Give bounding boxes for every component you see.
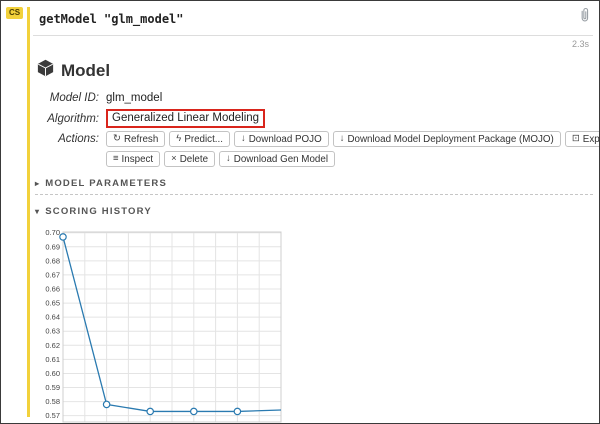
model-id-value: glm_model (106, 92, 163, 104)
svg-text:0.60: 0.60 (45, 369, 60, 378)
model-id-label: Model ID: (49, 92, 99, 104)
predict-button[interactable]: ϟ Predict... (169, 131, 230, 147)
export-icon: ⊡ (571, 133, 580, 145)
section-model-parameters[interactable]: ▸ MODEL PARAMETERS (35, 172, 593, 195)
cube-icon (37, 59, 54, 82)
svg-text:0.69: 0.69 (45, 242, 60, 251)
actions-row: Actions: ↻ Refresh ϟ Predict... ↓ Downlo… (35, 131, 599, 167)
download-pojo-button[interactable]: ↓ Download POJO (233, 131, 329, 147)
inspect-icon: ≡ (113, 153, 119, 165)
cell-code[interactable]: getModel "glm_model" (39, 12, 184, 26)
cell-output: Model Model ID: glm_model Algorithm: Gen… (33, 49, 599, 423)
execution-time: 2.3s (571, 39, 589, 49)
algorithm-value-highlighted: Generalized Linear Modeling (106, 109, 266, 128)
svg-text:0.63: 0.63 (45, 327, 60, 336)
paperclip-icon[interactable] (578, 7, 591, 28)
model-id-row: Model ID: glm_model (35, 90, 593, 106)
section-scoring-history[interactable]: ▾ SCORING HISTORY (35, 200, 593, 222)
svg-text:0.64: 0.64 (45, 313, 60, 322)
inspect-button[interactable]: ≡ Inspect (106, 151, 161, 167)
selected-cell-indicator (27, 7, 30, 417)
section-label: MODEL PARAMETERS (45, 178, 167, 189)
download-icon: ↓ (226, 153, 231, 165)
section-label: SCORING HISTORY (45, 206, 152, 217)
svg-text:0.61: 0.61 (45, 355, 60, 364)
refresh-icon: ↻ (113, 133, 121, 145)
download-icon: ↓ (339, 133, 345, 145)
delete-icon: × (171, 153, 177, 165)
caret-right-icon: ▸ (35, 179, 41, 188)
svg-text:0.68: 0.68 (45, 256, 60, 265)
delete-button[interactable]: × Delete (164, 151, 216, 167)
cell-input[interactable]: getModel "glm_model" (33, 7, 593, 36)
export-button[interactable]: ⊡ Export (564, 131, 600, 147)
button-label: Download POJO (248, 133, 322, 145)
actions-label: Actions: (58, 133, 99, 145)
model-header: Model (37, 59, 593, 82)
button-label: Download Gen Model (233, 153, 328, 165)
download-mojo-button[interactable]: ↓ Download Model Deployment Package (MOJ… (332, 131, 561, 147)
line-chart-svg: 0.57 0.58 0.59 0.60 0.61 0.62 0.63 0.64 0.65 0.66… (45, 228, 282, 423)
download-icon: ↓ (240, 133, 246, 145)
svg-text:0.70: 0.70 (45, 228, 60, 237)
svg-text:0.65: 0.65 (45, 299, 60, 308)
svg-text:0.67: 0.67 (45, 270, 60, 279)
svg-text:0.62: 0.62 (45, 341, 60, 350)
bolt-icon: ϟ (176, 133, 182, 145)
scoring-history-chart: 0.57 0.58 0.59 0.60 0.61 0.62 0.63 0.64 0.65 0.66… (35, 224, 593, 423)
button-label: Download Model Deployment Package (MOJO) (347, 133, 554, 145)
algorithm-row: Algorithm: Generalized Linear Modeling (35, 109, 593, 128)
cell-content: getModel "glm_model" 2.3s Model Model ID… (33, 7, 599, 423)
button-label: Delete (179, 153, 209, 165)
cell-type-badge: CS (6, 7, 24, 19)
refresh-button[interactable]: ↻ Refresh (106, 131, 166, 147)
caret-down-icon: ▾ (35, 207, 41, 216)
model-title: Model (61, 60, 111, 80)
button-label: Predict... (184, 133, 223, 145)
button-label: Inspect (121, 153, 154, 165)
svg-text:0.66: 0.66 (45, 285, 60, 294)
svg-text:0.57: 0.57 (45, 411, 60, 420)
button-label: Export (582, 133, 600, 145)
svg-text:0.59: 0.59 (45, 383, 60, 392)
download-gen-model-button[interactable]: ↓ Download Gen Model (219, 151, 335, 167)
svg-text:0.58: 0.58 (45, 397, 60, 406)
button-label: Refresh (123, 133, 159, 145)
algorithm-label: Algorithm: (47, 112, 99, 125)
h2o-flow-page: CS getModel "glm_model" 2.3s Model Model… (0, 0, 600, 424)
